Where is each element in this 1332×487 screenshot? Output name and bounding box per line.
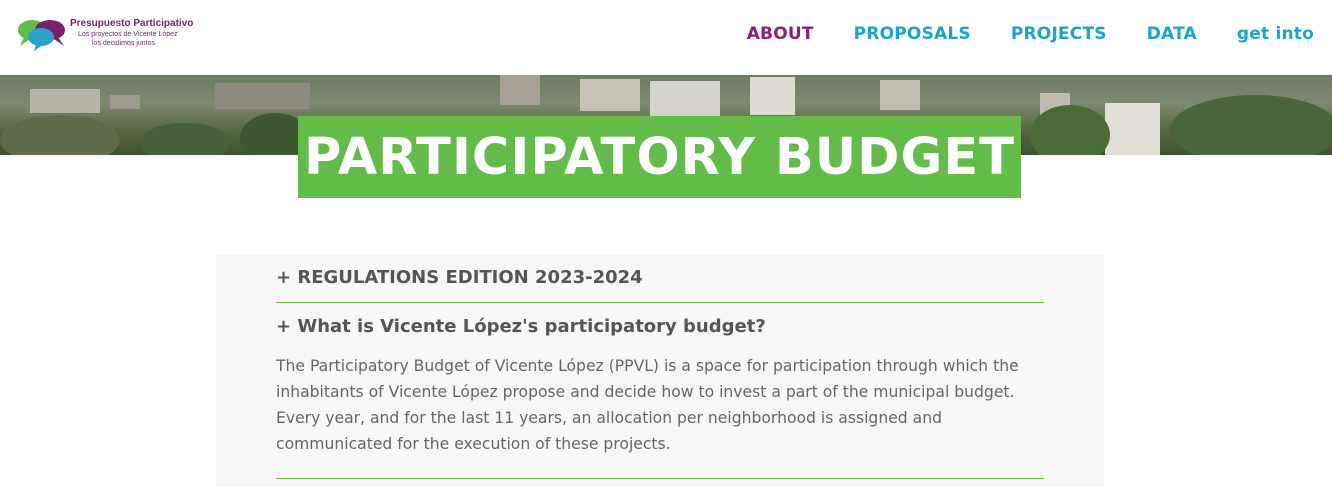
faq-divider (276, 302, 1044, 303)
logo-subtitle-1: Los proyectos de Vicente López (78, 31, 178, 38)
faq-item-regulations: + REGULATIONS EDITION 2023-2024 (276, 267, 1044, 288)
nav-item-projects[interactable]: PROJECTS (1011, 24, 1107, 44)
faq-accordion: + REGULATIONS EDITION 2023-2024 + What i… (216, 255, 1104, 487)
nav-item-data[interactable]: DATA (1147, 24, 1197, 44)
nav-item-about[interactable]: ABOUT (747, 24, 814, 44)
nav-item-proposals[interactable]: PROPOSALS (854, 24, 971, 44)
nav-item-get-into[interactable]: get into (1237, 24, 1314, 44)
faq-question-toggle[interactable]: + What is Vicente López's participatory … (276, 316, 1044, 337)
page-title: PARTICIPATORY BUDGET (304, 127, 1015, 187)
faq-item-what-is: + What is Vicente López's participatory … (276, 316, 1044, 457)
site-logo[interactable]: Presupuesto Participativo Los proyectos … (16, 16, 193, 56)
faq-divider (276, 478, 1044, 479)
faq-answer: The Participatory Budget of Vicente Lópe… (276, 357, 1019, 453)
logo-subtitle-2: los decidimos juntos (92, 40, 156, 47)
logo-title: Presupuesto Participativo (70, 18, 194, 29)
site-header: Presupuesto Participativo Los proyectos … (0, 0, 1332, 75)
speech-bubbles-icon (18, 20, 65, 51)
main-nav: ABOUT PROPOSALS PROJECTS DATA get into (707, 24, 1314, 44)
page-title-banner: PARTICIPATORY BUDGET (298, 116, 1021, 198)
faq-question-toggle[interactable]: + REGULATIONS EDITION 2023-2024 (276, 267, 1044, 288)
